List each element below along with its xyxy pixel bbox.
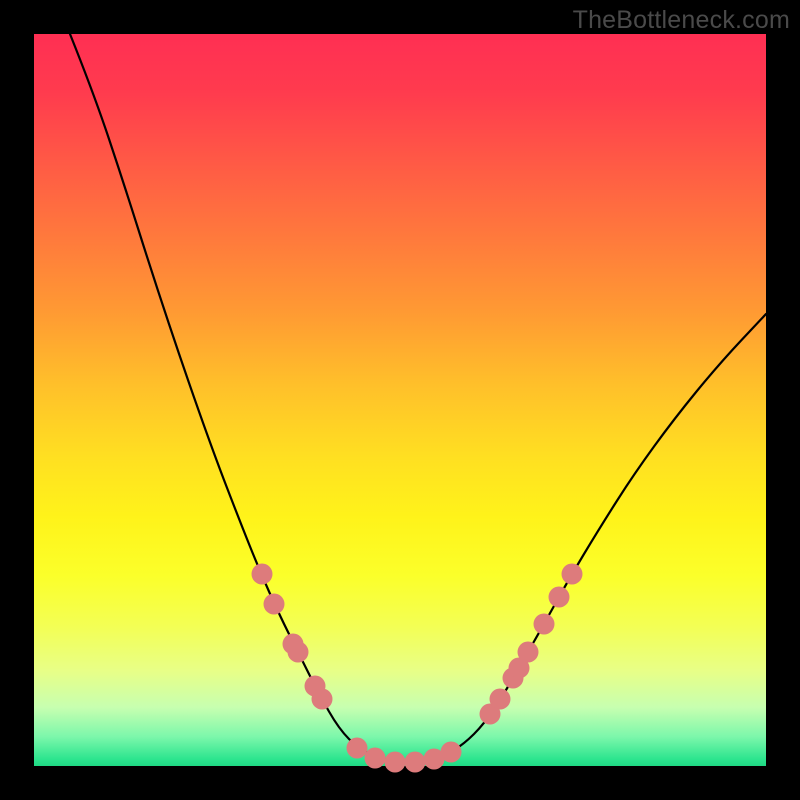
marker-dot bbox=[264, 594, 285, 615]
marker-dot bbox=[518, 642, 539, 663]
watermark-text: TheBottleneck.com bbox=[573, 6, 790, 35]
marker-dot bbox=[288, 642, 309, 663]
marker-dot bbox=[385, 752, 406, 773]
marker-dot bbox=[441, 742, 462, 763]
marker-dot bbox=[312, 689, 333, 710]
marker-dot bbox=[347, 738, 368, 759]
plot-area bbox=[34, 34, 766, 766]
marker-dot bbox=[405, 752, 426, 773]
marker-dot bbox=[562, 564, 583, 585]
chart-frame: TheBottleneck.com bbox=[0, 0, 800, 800]
marker-dot bbox=[490, 689, 511, 710]
marker-dot bbox=[534, 614, 555, 635]
bottleneck-curve bbox=[70, 34, 766, 761]
curve-svg bbox=[34, 34, 766, 766]
marker-dot bbox=[365, 748, 386, 769]
marker-group bbox=[252, 564, 583, 773]
marker-dot bbox=[252, 564, 273, 585]
marker-dot bbox=[549, 587, 570, 608]
